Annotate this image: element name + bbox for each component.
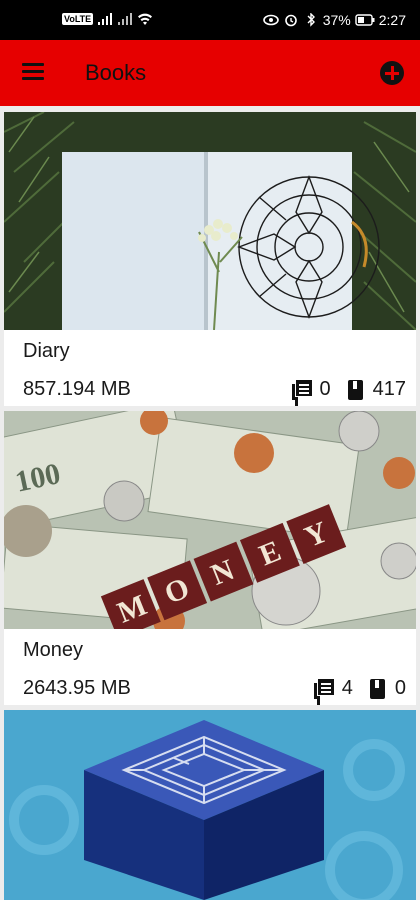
signal-icon — [98, 13, 113, 25]
book-size: 857.194 MB — [23, 378, 131, 400]
add-circle-icon[interactable] — [380, 61, 404, 85]
battery-icon — [355, 14, 375, 26]
book-pages-icon — [367, 678, 387, 699]
book-card-money[interactable]: 100 M O N E Y Money 2643.95 MB 4 0 — [4, 411, 416, 705]
notes-list-icon — [313, 678, 334, 699]
clock-time: 2:27 — [378, 12, 406, 28]
book-title: Diary — [23, 340, 70, 362]
status-right-icons: 37% 2:27 — [262, 12, 406, 28]
money-cover-photo: 100 M O N E Y — [4, 411, 416, 629]
wifi-icon — [138, 13, 153, 25]
book-cover-image — [4, 710, 416, 900]
book-title: Money — [23, 639, 84, 661]
book-pages-icon — [345, 379, 365, 400]
volte-chip: VoLTE — [62, 13, 94, 25]
book-cover-image — [4, 112, 416, 330]
eye-icon — [262, 14, 279, 26]
book-card-diary[interactable]: Diary 857.194 MB 0 417 — [4, 112, 416, 406]
page-title: Books — [85, 60, 147, 85]
pages-count: 0 — [394, 677, 406, 699]
battery-percent: 37% — [322, 12, 351, 28]
bluetooth-vibrate-icon — [307, 13, 315, 27]
notes-count: 0 — [319, 378, 331, 400]
book-cover-image: 100 M O N E Y — [4, 411, 416, 629]
notes-list-icon — [291, 379, 312, 400]
app-bar: Books — [0, 40, 420, 106]
book-stats: 0 417 — [291, 378, 406, 401]
pages-count: 417 — [372, 378, 406, 400]
hamburger-menu-icon[interactable] — [22, 63, 44, 81]
alarm-icon — [284, 14, 297, 27]
status-left-icons: VoLTE — [62, 12, 153, 26]
book-stats: 4 0 — [313, 677, 406, 700]
status-bar: VoLTE 37% 2:27 — [0, 0, 420, 40]
diary-cover-photo — [4, 112, 416, 330]
book-card-maze[interactable] — [4, 710, 416, 900]
notes-count: 4 — [341, 677, 353, 699]
signal-icon-2 — [118, 13, 133, 25]
book-size: 2643.95 MB — [23, 677, 131, 699]
maze-cover-photo — [4, 710, 416, 900]
